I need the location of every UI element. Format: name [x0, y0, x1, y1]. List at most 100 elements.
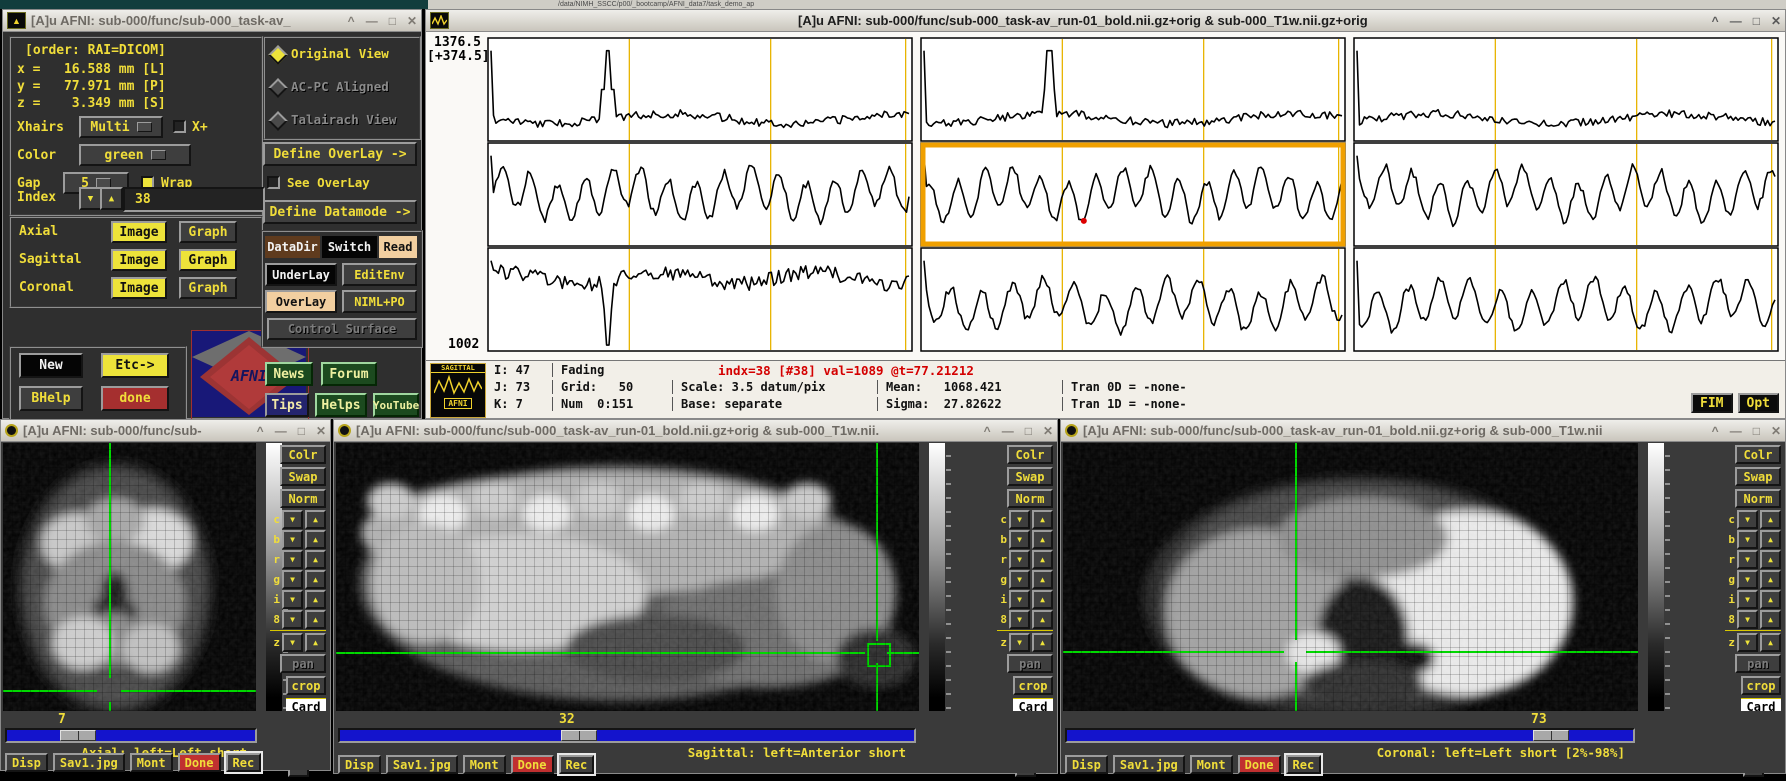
channel-down-button[interactable]: ▼: [1737, 633, 1758, 652]
channel-down-button[interactable]: ▼: [1009, 590, 1030, 609]
shade-button[interactable]: ^: [1712, 14, 1719, 28]
channel-up-button[interactable]: ▲: [1760, 510, 1781, 529]
colr-button[interactable]: Colr: [1007, 445, 1053, 464]
slider-handle[interactable]: [1533, 730, 1569, 741]
grayscale-colorbar[interactable]: [929, 443, 945, 711]
shade-button[interactable]: ^: [984, 424, 991, 438]
channel-down-button[interactable]: ▼: [282, 550, 303, 569]
graph-cell-r0c1[interactable]: [920, 37, 1346, 142]
coronal-image-button[interactable]: Image: [111, 277, 167, 299]
graph-cell-r2c1[interactable]: [920, 247, 1346, 352]
swap-button[interactable]: Swap: [1007, 467, 1053, 486]
nimlpo-button[interactable]: NIML+PO: [342, 290, 417, 313]
colr-button[interactable]: Colr: [280, 445, 326, 464]
graph-cell-r0c0[interactable]: [487, 37, 913, 142]
index-up-button[interactable]: ▲: [100, 187, 123, 210]
channel-down-button[interactable]: ▼: [1009, 510, 1030, 529]
channel-up-button[interactable]: ▲: [1032, 570, 1053, 589]
helps-button[interactable]: Helps: [315, 393, 367, 417]
channel-down-button[interactable]: ▼: [1737, 550, 1758, 569]
channel-up-button[interactable]: ▲: [305, 590, 326, 609]
minimize-button[interactable]: —: [366, 14, 378, 28]
norm-button[interactable]: Norm: [1735, 489, 1781, 508]
done-button[interactable]: Done: [177, 753, 221, 772]
norm-button[interactable]: Norm: [1007, 489, 1053, 508]
channel-up-button[interactable]: ▲: [1760, 633, 1781, 652]
disp-button[interactable]: Disp: [338, 755, 381, 774]
done-button[interactable]: Done: [510, 755, 554, 774]
etc-button[interactable]: Etc->: [101, 353, 169, 378]
close-button[interactable]: ✕: [1771, 14, 1781, 28]
sav1-jpg-button[interactable]: Sav1.jpg: [52, 753, 125, 772]
graph-cell-r1c2[interactable]: [1353, 142, 1779, 247]
grayscale-colorbar[interactable]: [1648, 443, 1664, 711]
pan-button[interactable]: pan: [1007, 654, 1053, 673]
channel-down-button[interactable]: ▼: [282, 590, 303, 609]
slice-canvas[interactable]: [1063, 443, 1638, 711]
channel-down-button[interactable]: ▼: [1009, 570, 1030, 589]
channel-down-button[interactable]: ▼: [1009, 610, 1030, 629]
graph-title-bar[interactable]: [A]u AFNI: sub-000/func/sub-000_task-av_…: [426, 10, 1785, 32]
editenv-button[interactable]: EditEnv: [342, 263, 417, 286]
shade-button[interactable]: ^: [257, 424, 264, 438]
slice-slider[interactable]: [1065, 728, 1635, 743]
channel-down-button[interactable]: ▼: [282, 510, 303, 529]
channel-up-button[interactable]: ▲: [1032, 610, 1053, 629]
mont-button[interactable]: Mont: [462, 755, 506, 774]
disp-button[interactable]: Disp: [1065, 755, 1108, 774]
channel-up-button[interactable]: ▲: [305, 550, 326, 569]
channel-up-button[interactable]: ▲: [305, 530, 326, 549]
maximize-button[interactable]: □: [1753, 424, 1760, 438]
switch-button[interactable]: Switch: [322, 236, 377, 258]
bhelp-button[interactable]: BHelp: [19, 386, 83, 411]
norm-button[interactable]: Norm: [280, 489, 326, 508]
opt-button[interactable]: Opt: [1737, 393, 1779, 413]
channel-down-button[interactable]: ▼: [1009, 530, 1030, 549]
swap-button[interactable]: Swap: [280, 467, 326, 486]
close-button[interactable]: ✕: [407, 14, 417, 28]
channel-up-button[interactable]: ▲: [1760, 530, 1781, 549]
channel-up-button[interactable]: ▲: [1760, 550, 1781, 569]
channel-down-button[interactable]: ▼: [282, 633, 303, 652]
crop-button[interactable]: crop: [1013, 676, 1053, 695]
rec-button[interactable]: Rec: [1283, 753, 1324, 776]
sagittal-graph-button[interactable]: Graph: [179, 249, 237, 271]
sav1-jpg-button[interactable]: Sav1.jpg: [1112, 755, 1185, 774]
acpc-view-radio[interactable]: [268, 78, 288, 98]
viewer-title-bar[interactable]: [A]u AFNI: sub-000/func/sub- ^ — □ ✕: [1, 420, 330, 442]
close-button[interactable]: ✕: [1771, 424, 1781, 438]
channel-up-button[interactable]: ▲: [305, 510, 326, 529]
forum-button[interactable]: Forum: [321, 362, 377, 386]
channel-down-button[interactable]: ▼: [282, 610, 303, 629]
graph-cell-r1c0[interactable]: [487, 142, 913, 247]
colr-button[interactable]: Colr: [1735, 445, 1781, 464]
channel-up-button[interactable]: ▲: [305, 610, 326, 629]
channel-up-button[interactable]: ▲: [305, 633, 326, 652]
done-button[interactable]: Done: [1237, 755, 1281, 774]
channel-down-button[interactable]: ▼: [1737, 530, 1758, 549]
read-button[interactable]: Read: [379, 236, 417, 258]
define-overlay-button[interactable]: Define OverLay ->: [263, 142, 417, 166]
minimize-button[interactable]: —: [1730, 424, 1742, 438]
disp-button[interactable]: Disp: [5, 753, 48, 772]
maximize-button[interactable]: □: [1025, 424, 1032, 438]
youtube-button[interactable]: YouTube: [373, 393, 419, 417]
maximize-button[interactable]: □: [1753, 14, 1760, 28]
minimize-button[interactable]: —: [1730, 14, 1742, 28]
datadir-button[interactable]: DataDir: [265, 236, 320, 258]
slice-canvas[interactable]: [3, 443, 256, 711]
slice-slider[interactable]: [5, 728, 257, 743]
tips-button[interactable]: Tips: [265, 393, 309, 417]
channel-up-button[interactable]: ▲: [1032, 633, 1053, 652]
coronal-graph-button[interactable]: Graph: [179, 277, 237, 299]
axial-image-button[interactable]: Image: [111, 221, 167, 243]
channel-up-button[interactable]: ▲: [1032, 510, 1053, 529]
minimize-button[interactable]: —: [275, 424, 287, 438]
overlay-button[interactable]: OverLay: [265, 290, 337, 313]
controller-title-bar[interactable]: ▲ [A]u AFNI: sub-000/func/sub-000_task-a…: [3, 10, 421, 32]
shade-button[interactable]: ^: [348, 14, 355, 28]
channel-down-button[interactable]: ▼: [1009, 633, 1030, 652]
fim-button[interactable]: FIM: [1691, 393, 1733, 413]
swap-button[interactable]: Swap: [1735, 467, 1781, 486]
channel-down-button[interactable]: ▼: [1737, 510, 1758, 529]
